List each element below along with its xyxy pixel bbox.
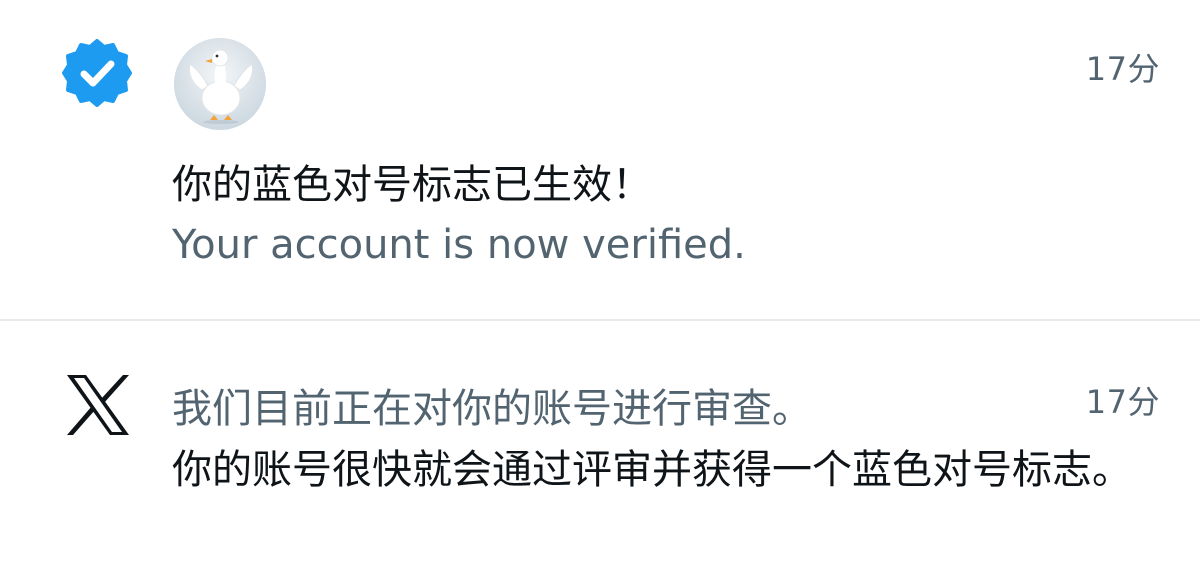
notification-review[interactable]: 17分 我们目前正在对你的账号进行审查。 你的账号很快就会通过评审并获得一个蓝色… xyxy=(0,321,1200,575)
notification-title: 我们目前正在对你的账号进行审查。 xyxy=(172,386,812,432)
duck-avatar xyxy=(174,38,266,130)
notification-subtitle: Your account is now verified. xyxy=(172,222,746,268)
notification-verified[interactable]: 17分 你的蓝色对号标志已生效！ Your account is now ver… xyxy=(0,0,1200,320)
avatar[interactable] xyxy=(174,38,266,130)
timestamp: 17分 xyxy=(1085,383,1160,421)
x-logo-icon xyxy=(64,373,132,437)
timestamp: 17分 xyxy=(1085,50,1160,88)
verified-badge-icon xyxy=(62,38,132,108)
notification-body: 你的账号很快就会通过评审并获得一个蓝色对号标志。 xyxy=(172,447,1132,493)
notification-title: 你的蓝色对号标志已生效！ xyxy=(172,162,652,208)
